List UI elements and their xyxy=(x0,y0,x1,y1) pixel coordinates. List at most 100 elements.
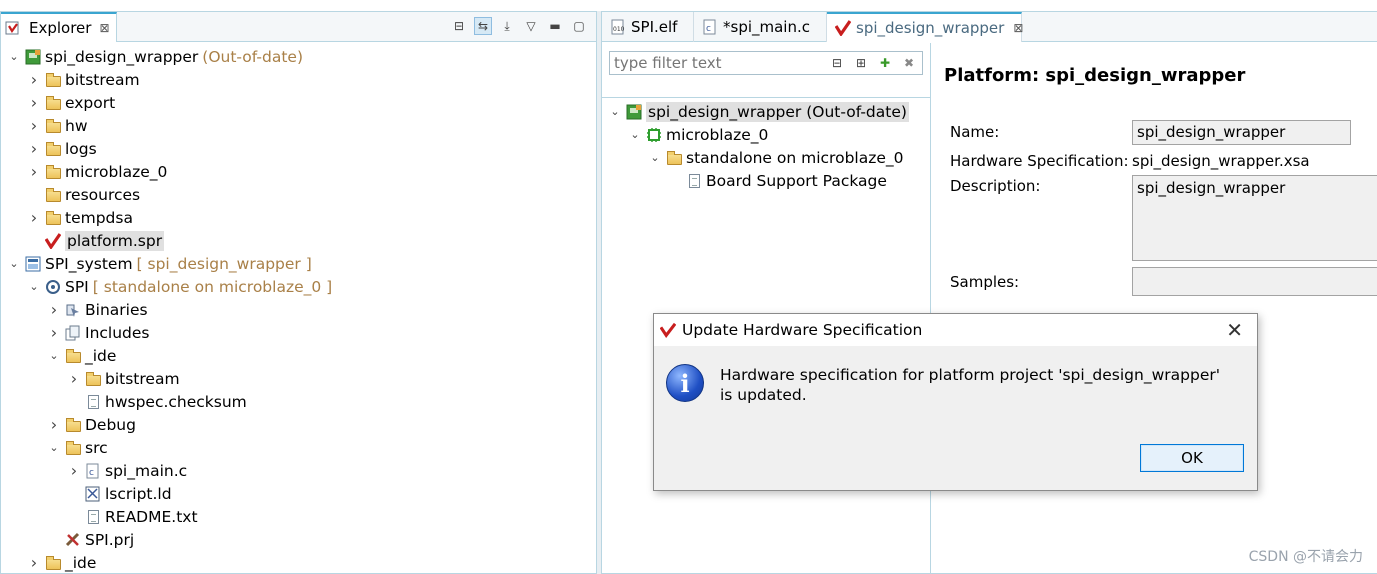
add-icon[interactable]: ✚ xyxy=(876,54,894,72)
tree-item-tempdsa[interactable]: › tempdsa xyxy=(27,206,133,229)
close-icon[interactable]: ✕ xyxy=(1226,318,1243,342)
tree-item-label: microblaze_0 xyxy=(65,162,168,181)
tree-item-label: src xyxy=(85,438,108,457)
tree-item-resources[interactable]: resources xyxy=(27,183,140,206)
outline-item-standalone-on-microblaze-0[interactable]: ⌄ standalone on microblaze_0 xyxy=(648,146,903,169)
link-editor-icon[interactable]: ⇆ xyxy=(474,17,492,35)
tree-item-label: platform.spr xyxy=(65,230,165,251)
tree-item-src[interactable]: ⌄ src xyxy=(47,436,108,459)
samples-field[interactable] xyxy=(1132,267,1377,296)
tab-spi-design-wrapper[interactable]: spi_design_wrapper ⊠ xyxy=(827,12,1023,42)
tree-item-label: bitstream xyxy=(65,70,140,89)
tree-item-label: Binaries xyxy=(85,300,148,319)
tree-item-binaries[interactable]: › Binaries xyxy=(47,298,148,321)
tree-item-lscript-ld[interactable]: lscript.ld xyxy=(67,482,172,505)
collapse-icon[interactable]: ⊟ xyxy=(828,54,846,72)
chevron-down-icon[interactable]: ⌄ xyxy=(47,349,61,362)
chevron-right-icon[interactable]: › xyxy=(27,208,41,227)
tree-item-label: README.txt xyxy=(105,507,198,526)
tab-spi-main-c[interactable]: c *spi_main.c xyxy=(694,12,827,42)
tree-item-label: _ide xyxy=(85,346,117,365)
tree-item-spi-design-wrapper[interactable]: ⌄ spi_design_wrapper (Out-of-date) xyxy=(7,45,303,68)
dialog-message: Hardware specification for platform proj… xyxy=(720,366,1220,404)
filter-icon[interactable]: ⤓ xyxy=(498,17,516,35)
close-icon[interactable]: ⊠ xyxy=(99,21,109,35)
tree-item-decoration: (Out-of-date) xyxy=(202,47,303,66)
chevron-right-icon[interactable]: › xyxy=(67,369,81,388)
platform-form: Platform: spi_design_wrapper Name: spi_d… xyxy=(932,43,1377,574)
chevron-right-icon[interactable]: › xyxy=(47,300,61,319)
tree-item-label: export xyxy=(65,93,116,112)
file-icon xyxy=(85,394,101,410)
folder-icon xyxy=(45,141,61,157)
chevron-down-icon[interactable]: ⌄ xyxy=(648,151,662,164)
name-field[interactable]: spi_design_wrapper xyxy=(1132,120,1351,145)
tree-item-ide[interactable]: ⌄ _ide xyxy=(47,344,116,367)
explorer-panel: Explorer ⊠ ⊟ ⇆ ⤓ ▽ ▬ ▢ ⌄ spi_design_wrapp… xyxy=(0,11,597,574)
tree-item-microblaze-0[interactable]: › microblaze_0 xyxy=(27,160,168,183)
tab-label: *spi_main.c xyxy=(723,18,810,36)
tree-item-hw[interactable]: › hw xyxy=(27,114,88,137)
tree-item-export[interactable]: › export xyxy=(27,91,115,114)
chevron-down-icon[interactable]: ⌄ xyxy=(628,128,642,141)
chevron-right-icon[interactable]: › xyxy=(27,139,41,158)
chevron-down-icon[interactable]: ⌄ xyxy=(27,280,41,293)
ok-button[interactable]: OK xyxy=(1140,444,1244,472)
description-field[interactable]: spi_design_wrapper xyxy=(1132,175,1377,261)
remove-icon[interactable]: ✖ xyxy=(900,54,918,72)
editor-tab-bar: 010 SPI.elf c *spi_main.c spi_design_wrapper… xyxy=(602,12,1377,42)
ldfile-icon xyxy=(85,486,101,502)
minimize-icon[interactable]: ▬ xyxy=(546,17,564,35)
tree-item-bitstream[interactable]: › bitstream xyxy=(27,68,140,91)
tree-item-debug[interactable]: › Debug xyxy=(47,413,136,436)
view-menu-icon[interactable]: ▽ xyxy=(522,17,540,35)
chevron-right-icon[interactable]: › xyxy=(27,162,41,181)
tree-item-spi-prj[interactable]: SPI.prj xyxy=(47,528,134,551)
filter-input[interactable] xyxy=(614,54,814,72)
chevron-down-icon[interactable]: ⌄ xyxy=(7,257,21,270)
tree-item-logs[interactable]: › logs xyxy=(27,137,97,160)
tree-item-bitstream[interactable]: › bitstream xyxy=(67,367,180,390)
tree-item-readme-txt[interactable]: README.txt xyxy=(67,505,198,528)
chevron-down-icon[interactable]: ⌄ xyxy=(608,105,622,118)
close-icon[interactable]: ⊠ xyxy=(1013,21,1023,35)
outline-item-microblaze-0[interactable]: ⌄ microblaze_0 xyxy=(628,123,768,146)
outline-item-board-support-package[interactable]: Board Support Package xyxy=(668,169,887,192)
hwspec-value: spi_design_wrapper.xsa xyxy=(1132,152,1310,170)
outline-item-spi-design-wrapper-out-of-date[interactable]: ⌄ spi_design_wrapper (Out-of-date) xyxy=(608,100,909,123)
dialog-title-bar: Update Hardware Specification ✕ xyxy=(654,314,1257,346)
tree-item-spi[interactable]: ⌄ SPI[ standalone on microblaze_0 ] xyxy=(27,275,332,298)
cfile-icon: c xyxy=(85,463,101,479)
tree-item-spi-system[interactable]: ⌄ SPI_system[ spi_design_wrapper ] xyxy=(7,252,311,275)
dialog-title: Update Hardware Specification xyxy=(682,321,923,339)
svg-text:010: 010 xyxy=(613,26,625,33)
chevron-right-icon[interactable]: › xyxy=(27,553,41,572)
expand-icon[interactable]: ⊞ xyxy=(852,54,870,72)
vitis-logo-icon xyxy=(660,322,676,338)
tree-item-hwspec-checksum[interactable]: hwspec.checksum xyxy=(67,390,247,413)
chevron-right-icon[interactable]: › xyxy=(67,461,81,480)
tree-item-includes[interactable]: › Includes xyxy=(47,321,150,344)
tree-item-platform-spr[interactable]: platform.spr xyxy=(27,229,165,252)
chevron-right-icon[interactable]: › xyxy=(27,93,41,112)
tree-item-label: hwspec.checksum xyxy=(105,392,247,411)
chevron-down-icon[interactable]: ⌄ xyxy=(7,50,21,63)
folder-icon xyxy=(45,555,61,571)
chevron-down-icon[interactable]: ⌄ xyxy=(47,441,61,454)
collapse-all-icon[interactable]: ⊟ xyxy=(450,17,468,35)
chevron-right-icon[interactable]: › xyxy=(47,323,61,342)
tree-item-label: hw xyxy=(65,116,88,135)
svg-text:c: c xyxy=(89,468,94,478)
tab-explorer[interactable]: Explorer ⊠ xyxy=(1,12,117,42)
tab-spi-elf[interactable]: 010 SPI.elf xyxy=(602,12,694,42)
folder-icon xyxy=(65,417,81,433)
chevron-right-icon[interactable]: › xyxy=(27,70,41,89)
folder-icon xyxy=(45,118,61,134)
folder-icon xyxy=(85,371,101,387)
chevron-right-icon[interactable]: › xyxy=(27,116,41,135)
tree-item-ide[interactable]: › _ide xyxy=(27,551,97,574)
tree-item-spi-main-c[interactable]: › c spi_main.c xyxy=(67,459,187,482)
maximize-icon[interactable]: ▢ xyxy=(570,17,588,35)
tree-item-label: _ide xyxy=(65,553,97,572)
chevron-right-icon[interactable]: › xyxy=(47,415,61,434)
